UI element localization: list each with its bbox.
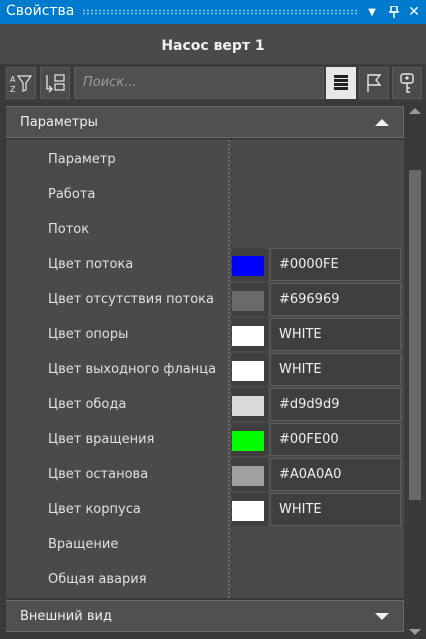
property-name: Цвет вращения — [48, 432, 155, 447]
property-name: Цвет отсутствия потока — [48, 292, 214, 307]
property-grid: Параметр Работа Поток Цвет потока #0000F… — [6, 140, 404, 598]
close-icon[interactable]: ✕ — [406, 4, 422, 20]
property-name: Цвет выходного фланца — [48, 362, 217, 377]
property-name: Параметр — [48, 152, 116, 167]
property-row[interactable]: Параметр — [6, 142, 404, 177]
vertical-scrollbar[interactable] — [404, 104, 426, 639]
properties-view-button[interactable] — [326, 67, 356, 99]
property-value-field[interactable]: WHITE — [270, 318, 401, 351]
color-swatch[interactable] — [232, 291, 264, 311]
svg-text:A: A — [10, 75, 16, 84]
svg-text:Z: Z — [10, 85, 16, 93]
property-value-field[interactable]: #A0A0A0 — [270, 458, 401, 491]
color-swatch[interactable] — [232, 326, 264, 346]
property-row[interactable]: Цвет корпуса WHITE — [6, 492, 404, 527]
scroll-thumb[interactable] — [409, 170, 421, 500]
property-row[interactable]: Цвет останова #A0A0A0 — [6, 457, 404, 492]
categorize-icon — [46, 74, 65, 93]
color-swatch[interactable] — [232, 256, 264, 276]
property-row[interactable]: Цвет обода #d9d9d9 — [6, 387, 404, 422]
window-title-bar[interactable]: Свойства ▼ ✕ — [0, 0, 426, 24]
section-appearance-label: Внешний вид — [20, 609, 112, 624]
property-row[interactable]: Цвет опоры WHITE — [6, 317, 404, 352]
section-params-header[interactable]: Параметры — [6, 106, 404, 138]
property-row[interactable]: Цвет отсутствия потока #696969 — [6, 282, 404, 317]
property-name: Поток — [48, 222, 90, 237]
property-value-field[interactable]: #0000FE — [270, 248, 401, 281]
key-icon — [400, 73, 414, 93]
expand-icon[interactable] — [375, 613, 389, 620]
events-view-button[interactable] — [359, 67, 389, 99]
color-swatch[interactable] — [232, 361, 264, 381]
scroll-down-arrow-icon[interactable] — [409, 629, 421, 635]
section-params-label: Параметры — [20, 115, 98, 130]
property-value-field[interactable]: #696969 — [270, 283, 401, 316]
property-row[interactable]: Поток — [6, 212, 404, 247]
property-row[interactable]: Общая авария — [6, 562, 404, 597]
flag-icon — [367, 74, 382, 92]
dropdown-icon[interactable]: ▼ — [364, 4, 380, 20]
sort-filter-icon: A Z — [10, 75, 32, 93]
color-swatch[interactable] — [232, 396, 264, 416]
pin-icon[interactable] — [386, 4, 402, 20]
property-value-field[interactable]: WHITE — [270, 493, 401, 526]
collapse-icon[interactable] — [375, 119, 389, 126]
object-title: Насос верт 1 — [0, 24, 426, 64]
section-appearance-header[interactable]: Внешний вид — [6, 600, 404, 632]
property-name: Цвет корпуса — [48, 502, 141, 517]
color-swatch[interactable] — [232, 431, 264, 451]
property-value-field[interactable]: #00FE00 — [270, 423, 401, 456]
list-icon — [334, 75, 348, 90]
sort-filter-button[interactable]: A Z — [6, 67, 36, 99]
property-name: Вращение — [48, 537, 119, 552]
property-value-field[interactable]: WHITE — [270, 353, 401, 386]
access-view-button[interactable] — [392, 67, 422, 99]
color-swatch[interactable] — [232, 501, 264, 521]
window-title: Свойства — [6, 3, 75, 19]
property-row[interactable]: Работа — [6, 177, 404, 212]
property-name: Работа — [48, 187, 96, 202]
property-value-field[interactable]: #d9d9d9 — [270, 388, 401, 421]
property-row[interactable]: Цвет потока #0000FE — [6, 247, 404, 282]
property-name: Цвет останова — [48, 467, 149, 482]
property-name: Цвет опоры — [48, 327, 129, 342]
property-row[interactable]: Вращение — [6, 527, 404, 562]
categorize-button[interactable] — [40, 67, 70, 99]
property-name: Цвет обода — [48, 397, 127, 412]
toolbar: A Z Поиск... — [4, 64, 426, 102]
drag-grip[interactable] — [82, 9, 358, 15]
property-name: Цвет потока — [48, 257, 134, 272]
scroll-up-arrow-icon[interactable] — [409, 108, 421, 114]
property-row[interactable]: Цвет выходного фланца WHITE — [6, 352, 404, 387]
search-input[interactable]: Поиск... — [74, 67, 324, 99]
color-swatch[interactable] — [232, 466, 264, 486]
property-name: Общая авария — [48, 572, 147, 587]
property-row[interactable]: Цвет вращения #00FE00 — [6, 422, 404, 457]
